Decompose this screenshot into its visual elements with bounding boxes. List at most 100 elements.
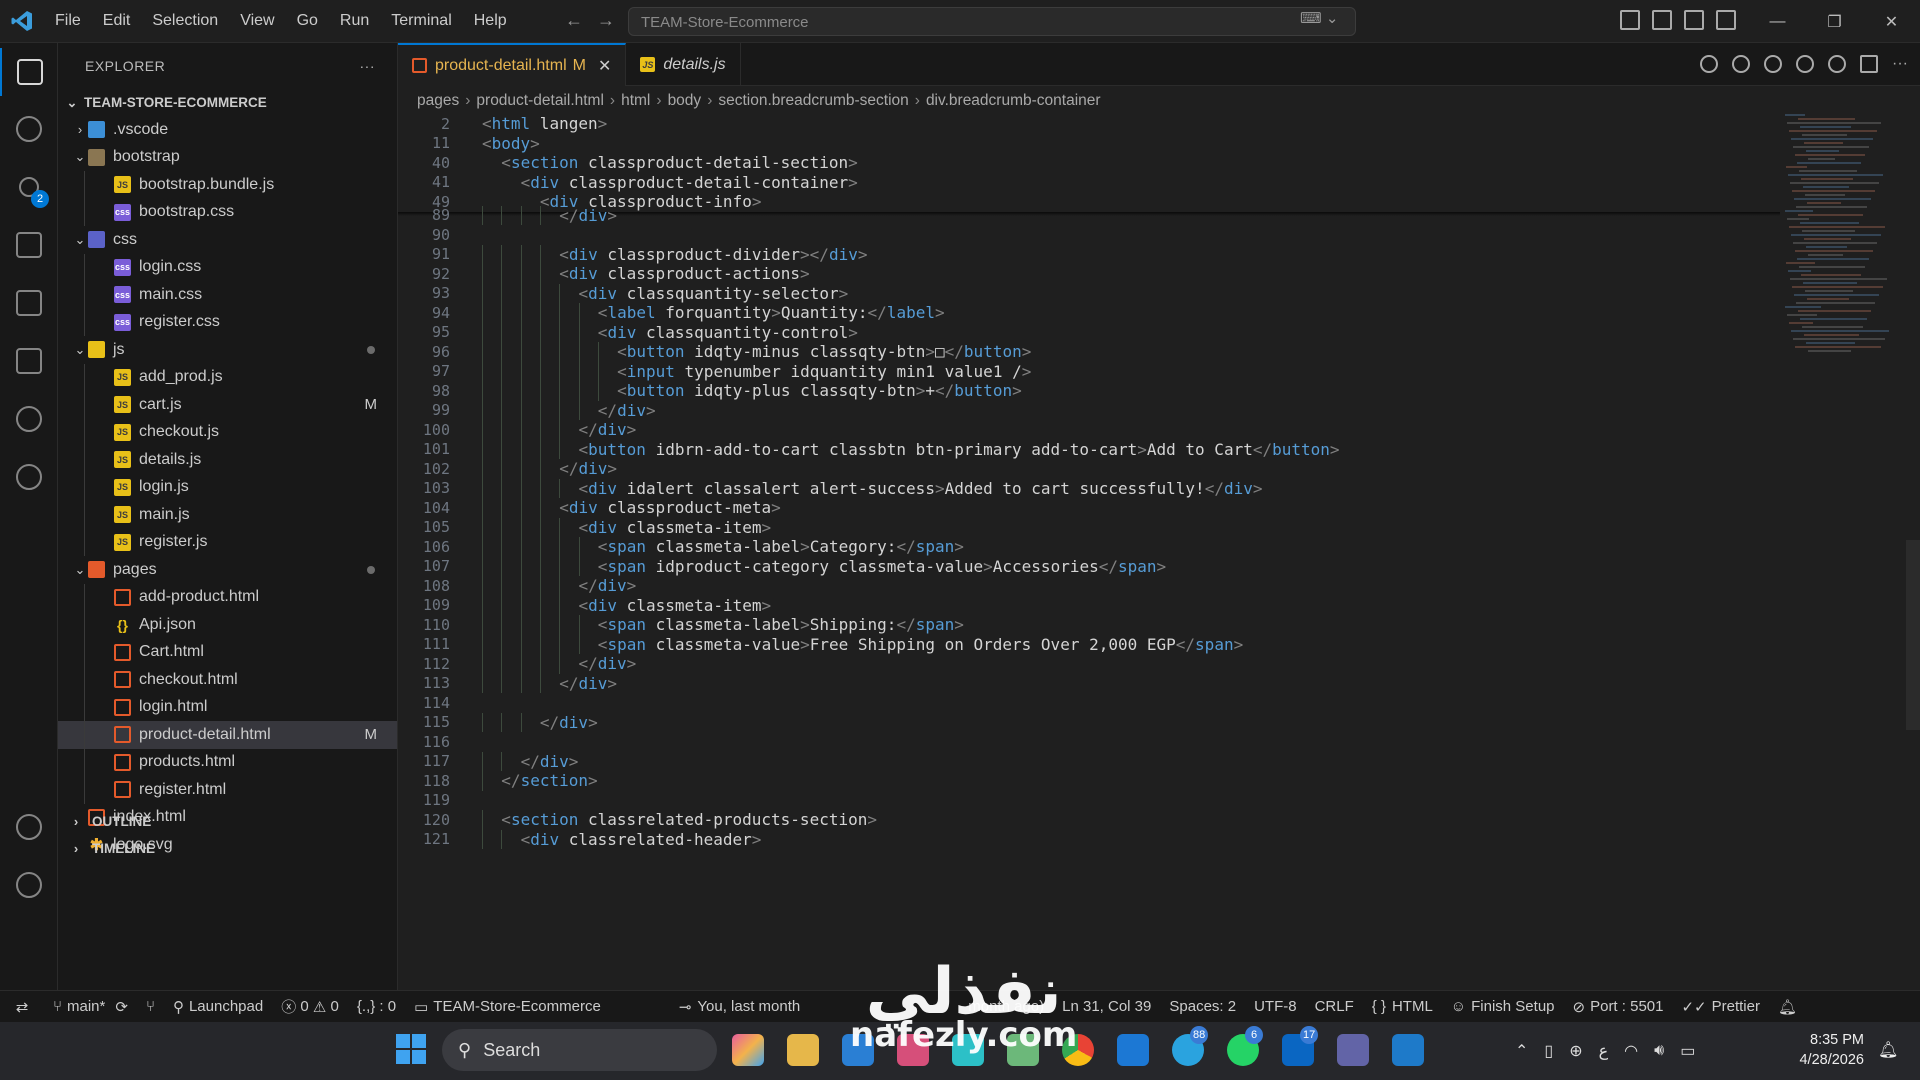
timeline-section[interactable]: › TIMELINE	[58, 835, 398, 862]
go-forward-change-icon[interactable]	[1796, 55, 1814, 73]
code-line[interactable]: 95 <div classquantity-control>	[398, 322, 858, 342]
code-line[interactable]: 117 </div>	[398, 751, 578, 771]
customize-layout-icon[interactable]	[1620, 10, 1640, 30]
tablet-icon[interactable]: ▯	[1544, 1041, 1553, 1061]
explorer-activity[interactable]	[0, 48, 58, 96]
menu-terminal[interactable]: Terminal	[380, 12, 462, 30]
battery-icon[interactable]: ▭	[1680, 1041, 1695, 1061]
file-explorer-icon[interactable]	[787, 1034, 819, 1066]
tree-folder[interactable]: ⌄ css	[58, 226, 397, 254]
sticky-scroll-line[interactable]: 2 <html langen>	[398, 114, 1780, 134]
more-actions-icon[interactable]: ···	[1892, 55, 1910, 73]
tree-file[interactable]: Cart.html	[58, 638, 397, 666]
code-line[interactable]: 112 </div>	[398, 654, 636, 674]
remote-indicator-icon[interactable]: ⇄	[0, 991, 44, 1023]
back-arrow-icon[interactable]: ←	[565, 10, 583, 31]
problems-status[interactable]: ⓧ 0 ⚠ 0	[272, 996, 348, 1017]
code-line[interactable]: 102 </div>	[398, 459, 617, 479]
tab-product-detail-html[interactable]: product-detail.html M ✕	[398, 43, 627, 86]
tree-file[interactable]: checkout.html	[58, 666, 397, 694]
workspace-folder-status[interactable]: ▭ TEAM-Store-Ecommerce	[405, 998, 610, 1016]
breadcrumb-item[interactable]: product-detail.html	[476, 92, 604, 110]
explorer-more-button[interactable]: ···	[360, 58, 376, 74]
code-line[interactable]: 120 <section classrelated-products-sectio…	[398, 810, 877, 830]
chrome-icon[interactable]	[1062, 1034, 1094, 1066]
live-server-port-status[interactable]: ⊘ Port : 5501	[1564, 998, 1673, 1016]
forward-arrow-icon[interactable]: →	[597, 10, 615, 31]
vpn-icon[interactable]: ⊕	[1569, 1041, 1582, 1061]
teams-icon[interactable]	[1337, 1034, 1369, 1066]
tree-file[interactable]: JS details.js	[58, 446, 397, 474]
breadcrumb-item[interactable]: html	[621, 92, 650, 110]
braces-status[interactable]: {.,} : 0	[348, 998, 405, 1015]
search-activity[interactable]	[0, 105, 58, 153]
tree-folder[interactable]: ⌄ bootstrap	[58, 144, 397, 172]
taskbar-search[interactable]: ⚲ Search	[442, 1029, 717, 1071]
tree-file[interactable]: css login.css	[58, 253, 397, 281]
git-lens-icon[interactable]	[1828, 55, 1846, 73]
store-app-icon[interactable]	[1007, 1034, 1039, 1066]
manage-activity[interactable]	[0, 861, 58, 909]
tree-file[interactable]: JS checkout.js	[58, 418, 397, 446]
code-line[interactable]: 91 <div classproduct-divider></div>	[398, 244, 867, 264]
menu-edit[interactable]: Edit	[92, 12, 142, 30]
code-line[interactable]: 96 <button idqty-minus classqty-btn>□</bu…	[398, 342, 1031, 362]
tree-file[interactable]: css bootstrap.css	[58, 198, 397, 226]
accounts-activity[interactable]	[0, 803, 58, 851]
code-line[interactable]: 108 </div>	[398, 576, 636, 596]
code-line[interactable]: 119	[398, 791, 450, 811]
sticky-scroll-line[interactable]: 11 <body>	[398, 133, 1780, 153]
close-tab-icon[interactable]: ✕	[598, 56, 611, 76]
go-back-change-icon[interactable]	[1732, 55, 1750, 73]
cursor-position-status[interactable]: Ln 31, Col 39	[1053, 998, 1160, 1015]
copilot-icon[interactable]: ⌨ ⌄	[1300, 9, 1338, 27]
code-line[interactable]: 103 <div idalert classalert alert-success…	[398, 478, 1263, 498]
menu-view[interactable]: View	[229, 12, 285, 30]
code-line[interactable]: 99 </div>	[398, 400, 656, 420]
tree-file[interactable]: products.html	[58, 748, 397, 776]
source-control-activity[interactable]: 2	[0, 163, 58, 211]
breadcrumb-item[interactable]: pages	[417, 92, 459, 110]
minimap[interactable]	[1785, 114, 1905, 394]
branch-status[interactable]: ⑂ main* ⟳	[44, 998, 137, 1016]
menu-help[interactable]: Help	[463, 12, 518, 30]
code-line[interactable]: 92 <div classproduct-actions>	[398, 264, 810, 284]
code-line[interactable]: 115 </div>	[398, 712, 598, 732]
minimize-icon[interactable]: —	[1749, 0, 1806, 43]
breadcrumb-item[interactable]: section.breadcrumb-section	[718, 92, 908, 110]
git-graph-status-icon[interactable]: ⑂	[137, 998, 164, 1015]
code-line[interactable]: 100 </div>	[398, 420, 636, 440]
breadcrumb-item[interactable]: body	[668, 92, 702, 110]
code-line[interactable]: 98 <button idqty-plus classqty-btn>+</but…	[398, 381, 1022, 401]
tree-file[interactable]: css register.css	[58, 308, 397, 336]
split-editor-icon[interactable]	[1860, 55, 1878, 73]
breadcrumb-item[interactable]: div.breadcrumb-container	[926, 92, 1101, 110]
code-line[interactable]: 110 <span classmeta-label>Shipping:</span…	[398, 615, 964, 635]
close-window-icon[interactable]: ✕	[1863, 0, 1920, 43]
extensions-activity[interactable]	[0, 279, 58, 327]
editor-scrollbar[interactable]	[1906, 540, 1920, 730]
indentation-status[interactable]: Spaces: 2	[1160, 998, 1245, 1015]
workspace-root-folder[interactable]: ⌄ TEAM-STORE-ECOMMERCE	[58, 89, 397, 116]
git-blame-status[interactable]: ⊸ You, last month	[670, 998, 809, 1016]
input-language[interactable]: ع	[1599, 1041, 1609, 1061]
eol-status[interactable]: CRLF	[1306, 998, 1363, 1015]
tree-file[interactable]: login.html	[58, 693, 397, 721]
code-line[interactable]: 89 </div>	[398, 205, 617, 225]
tree-file[interactable]: JS cart.js M	[58, 391, 397, 419]
code-line[interactable]: 94 <label forquantity>Quantity:</label>	[398, 303, 945, 323]
code-line[interactable]: 116	[398, 732, 450, 752]
volume-icon[interactable]: 🔊︎	[1654, 1042, 1664, 1060]
system-clock[interactable]: 8:35 PM 4/28/2026	[1764, 1030, 1864, 1070]
compare-changes-icon[interactable]	[1700, 55, 1718, 73]
code-line[interactable]: 90	[398, 225, 450, 245]
prettier-status[interactable]: ✓✓ Prettier	[1672, 998, 1769, 1016]
code-line[interactable]: 101 <button idbrn-add-to-cart classbtn bt…	[398, 439, 1340, 459]
remote-explorer-activity[interactable]	[0, 453, 58, 501]
outline-section[interactable]: › OUTLINE	[58, 808, 398, 835]
tree-file[interactable]: css main.css	[58, 281, 397, 309]
menu-selection[interactable]: Selection	[141, 12, 229, 30]
code-line[interactable]: 104 <div classproduct-meta>	[398, 498, 781, 518]
finish-setup-status[interactable]: ☺ Finish Setup	[1442, 998, 1564, 1015]
menu-go[interactable]: Go	[286, 12, 329, 30]
